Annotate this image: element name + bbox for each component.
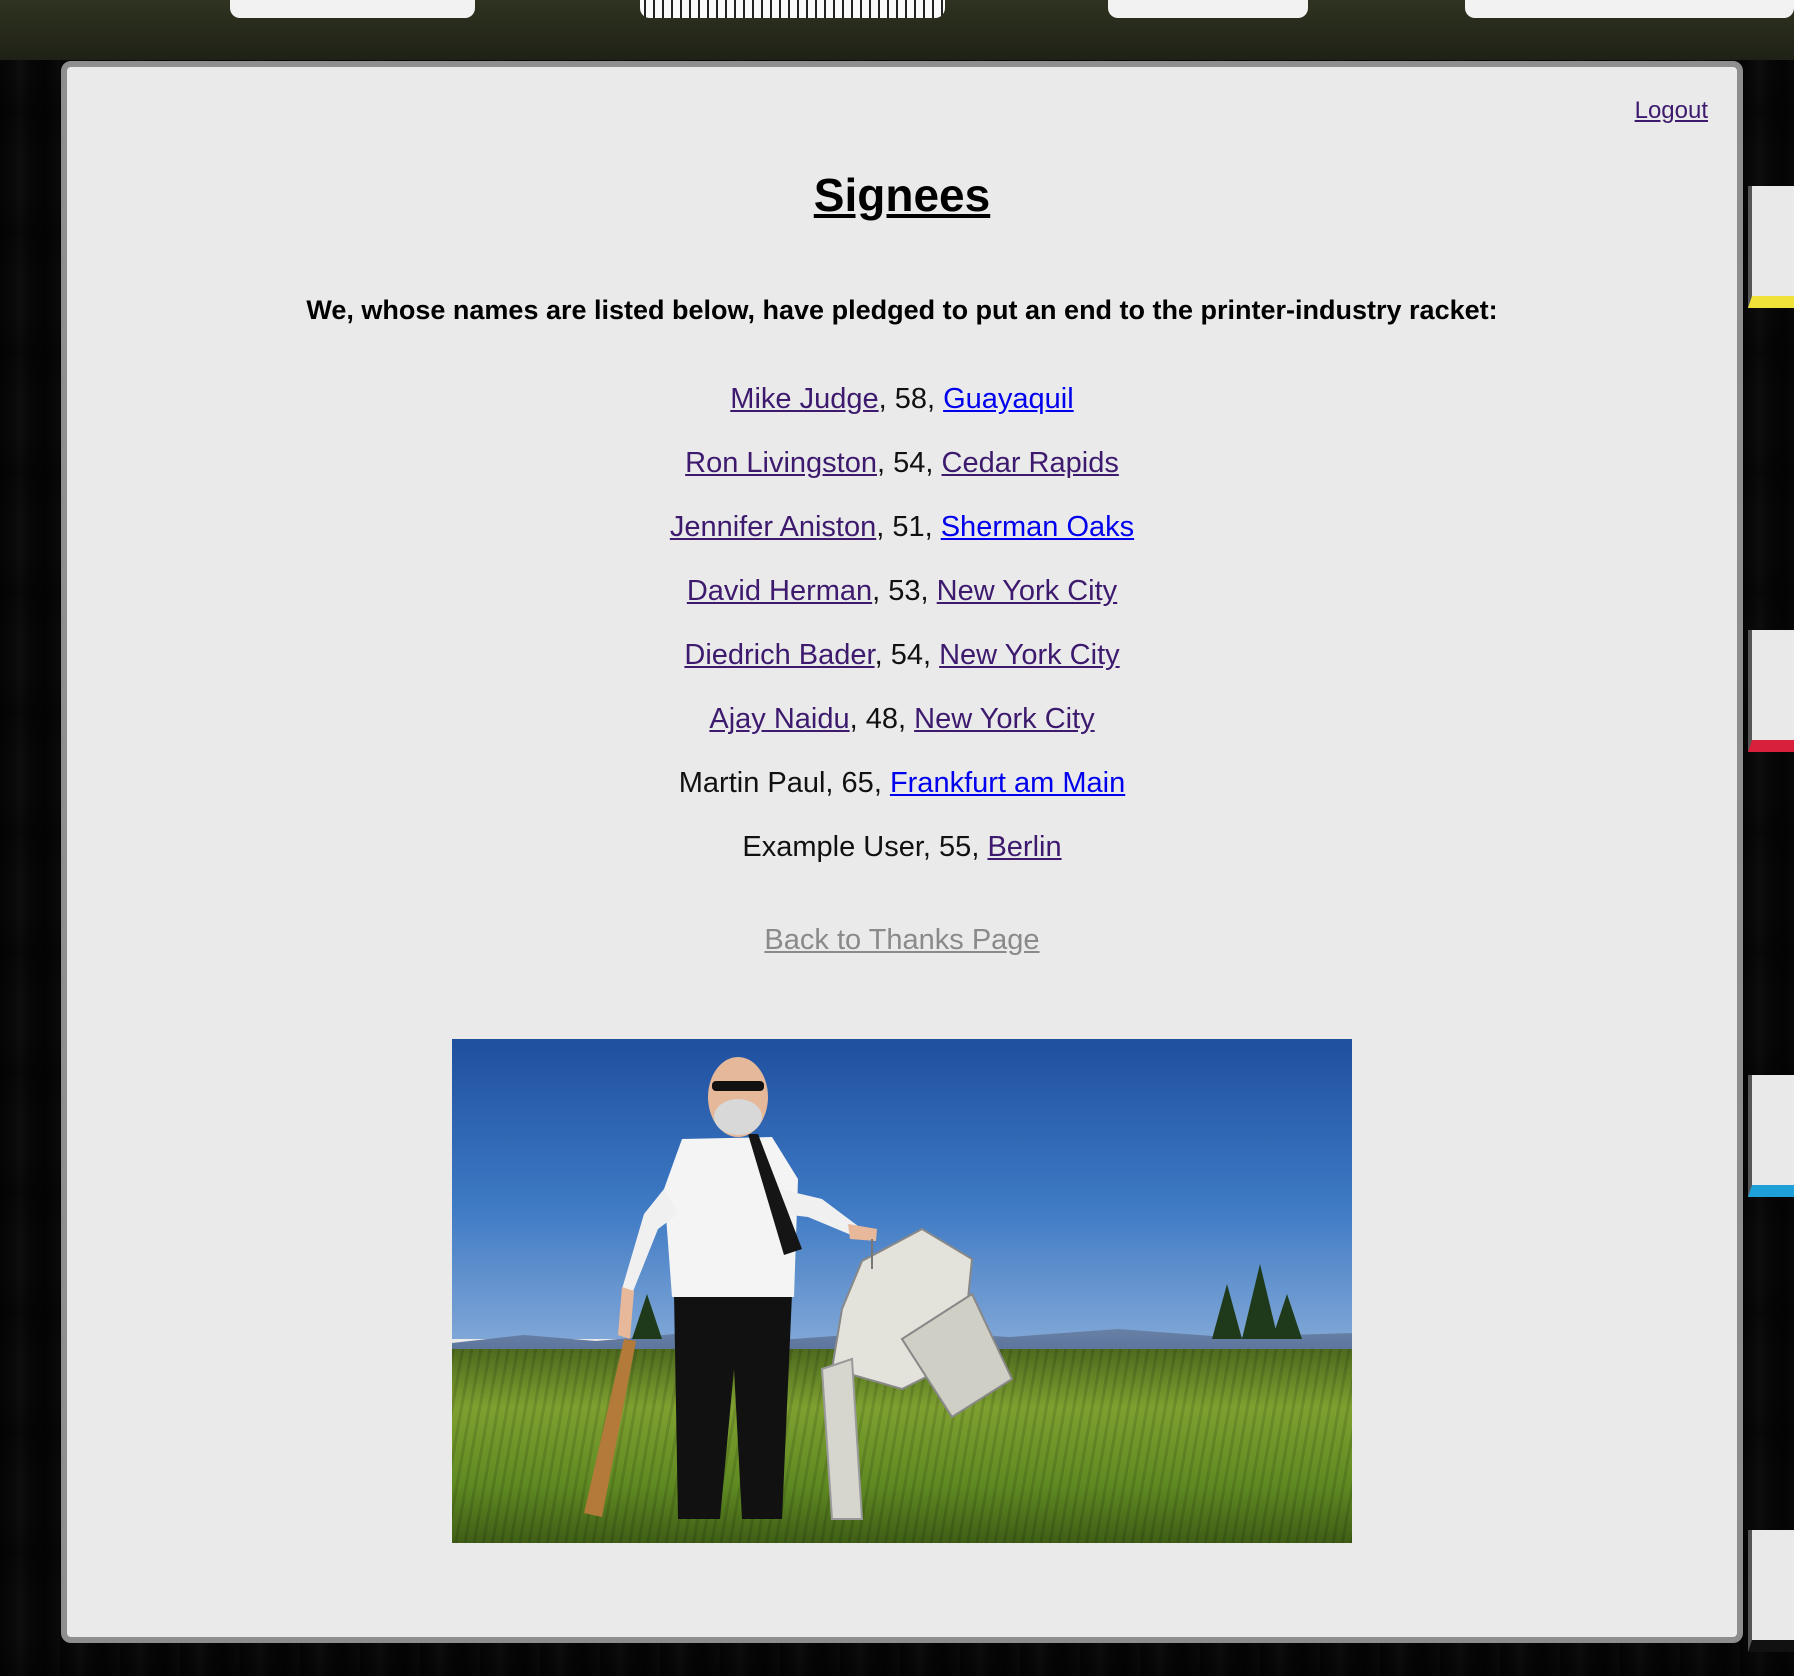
printer-smash-photo — [452, 1039, 1352, 1543]
photo-figures — [584, 1057, 1302, 1520]
signee-age: 58 — [894, 383, 927, 415]
signee-age: 54 — [890, 639, 923, 671]
signee-entry: Jennifer Aniston, 51, Sherman Oaks — [669, 511, 1135, 543]
content-panel: Logout Signees We, whose names are liste… — [61, 61, 1743, 1643]
signee-city-link[interactable]: Cedar Rapids — [942, 447, 1119, 479]
background-cartridge-label — [230, 0, 475, 18]
signee-name: Martin Paul — [678, 767, 826, 799]
signee-name-link[interactable]: Ajay Naidu — [709, 703, 849, 735]
signee-age: 55 — [939, 831, 972, 863]
signee-entry: Martin Paul, 65, Frankfurt am Main — [678, 767, 1126, 799]
back-nav: Back to Thanks Page — [67, 924, 1737, 957]
signee-name: Example User — [742, 831, 923, 863]
signee-city-link[interactable]: New York City — [937, 575, 1118, 607]
logout-link[interactable]: Logout — [1635, 97, 1708, 125]
background-cyan-cartridge — [1748, 1075, 1794, 1197]
signee-city-link[interactable]: Frankfurt am Main — [890, 767, 1125, 799]
signee-entry: Diedrich Bader, 54, New York City — [684, 639, 1120, 671]
signee-city-link[interactable]: Berlin — [987, 831, 1061, 863]
back-to-thanks-link[interactable]: Back to Thanks Page — [764, 924, 1039, 956]
signee-city-link[interactable]: Sherman Oaks — [941, 511, 1134, 543]
pledge-intro: We, whose names are listed below, have p… — [306, 295, 1498, 325]
signee-age: 53 — [888, 575, 921, 607]
signee-city-link[interactable]: New York City — [939, 639, 1120, 671]
background-cartridge-label — [1108, 0, 1308, 18]
signee-age: 65 — [841, 767, 874, 799]
background-cartridge-label — [1465, 0, 1794, 18]
background-scenery — [0, 0, 1794, 60]
signee-age: 48 — [865, 703, 898, 735]
signee-age: 51 — [892, 511, 925, 543]
signee-name-link[interactable]: Jennifer Aniston — [670, 511, 876, 543]
signee-entry: David Herman, 53, New York City — [686, 575, 1118, 607]
background-magenta-cartridge — [1748, 630, 1794, 752]
background-yellow-cartridge — [1748, 186, 1794, 308]
signee-entry: Ajay Naidu, 48, New York City — [709, 703, 1095, 735]
signee-city-link[interactable]: Guayaquil — [943, 383, 1074, 415]
signee-name-link[interactable]: David Herman — [687, 575, 872, 607]
page-title: Signees — [813, 169, 991, 221]
background-black-cartridge — [1748, 1530, 1794, 1652]
signee-entry: Ron Livingston, 54, Cedar Rapids — [685, 447, 1119, 479]
signee-name-link[interactable]: Mike Judge — [730, 383, 878, 415]
signee-city-link[interactable]: New York City — [914, 703, 1095, 735]
signee-entry: Mike Judge, 58, Guayaquil — [730, 383, 1074, 415]
signee-entry: Example User, 55, Berlin — [742, 831, 1062, 863]
signee-name-link[interactable]: Ron Livingston — [685, 447, 877, 479]
signee-age: 54 — [893, 447, 926, 479]
signee-name-link[interactable]: Diedrich Bader — [684, 639, 874, 671]
background-barcode — [640, 0, 945, 18]
signee-list: Mike Judge, 58, Guayaquil Ron Livingston,… — [67, 383, 1737, 895]
